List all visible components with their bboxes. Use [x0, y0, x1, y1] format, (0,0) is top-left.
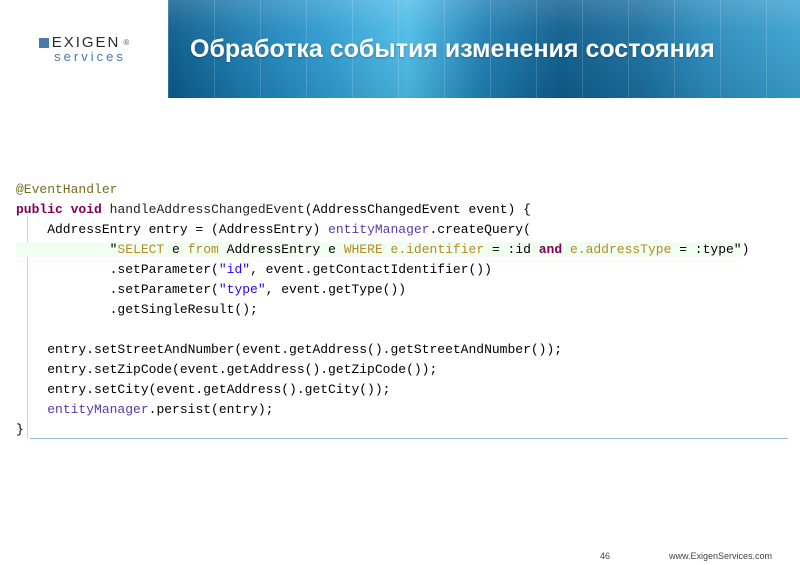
- code-entry-a: AddressEntry entry = (AddressEntry): [16, 222, 328, 237]
- code-persist-b: .persist(entry);: [149, 402, 274, 417]
- code-get-single: .getSingleResult();: [16, 302, 258, 317]
- logo-reg-icon: ®: [123, 38, 129, 47]
- code-kw-public: public: [16, 202, 63, 217]
- code-sig-rest: (AddressChangedEvent event) {: [305, 202, 531, 217]
- code-block: @EventHandler public void handleAddressC…: [16, 180, 749, 440]
- code-underline: [30, 438, 788, 439]
- code-q-eqtype: = :type": [671, 242, 741, 257]
- code-em1: entityManager: [328, 222, 429, 237]
- code-q-where: WHERE: [344, 242, 383, 257]
- code-kw-void: void: [71, 202, 102, 217]
- logo-square-icon: [39, 38, 49, 48]
- slide-title: Обработка события изменения состояния: [190, 35, 715, 64]
- code-sp1a: .setParameter(: [16, 262, 219, 277]
- code-param-id: "id": [219, 262, 250, 277]
- code-q-m3: [383, 242, 391, 257]
- code-sp2b: , event.getType()): [266, 282, 406, 297]
- logo-area: EXIGEN ® services: [0, 0, 168, 98]
- code-q-select: SELECT: [117, 242, 164, 257]
- page-number: 46: [600, 551, 610, 561]
- code-param-type: "type": [219, 282, 266, 297]
- title-bar: Обработка события изменения состояния: [168, 0, 800, 98]
- code-sp2a: .setParameter(: [16, 282, 219, 297]
- logo-subtext: services: [54, 49, 126, 64]
- code-q-m1: e: [164, 242, 187, 257]
- code-q-addr: e.addressType: [570, 242, 671, 257]
- code-q-and: and: [539, 242, 562, 257]
- code-set-street: entry.setStreetAndNumber(event.getAddres…: [16, 342, 562, 357]
- code-annotation: @EventHandler: [16, 182, 117, 197]
- code-q-from: from: [188, 242, 219, 257]
- code-sp1b: , event.getContactIdentifier()): [250, 262, 492, 277]
- code-set-zip: entry.setZipCode(event.getAddress().getZ…: [16, 362, 437, 377]
- code-q-open: ": [16, 242, 117, 257]
- footer-url: www.ExigenServices.com: [669, 551, 772, 561]
- code-q-close: ): [742, 242, 750, 257]
- code-q-eqid: = :id: [484, 242, 539, 257]
- code-em2: entityManager: [47, 402, 148, 417]
- code-entry-b: .createQuery(: [429, 222, 530, 237]
- code-method-name: handleAddressChangedEvent: [110, 202, 305, 217]
- code-persist-a: [16, 402, 47, 417]
- slide-header: EXIGEN ® services Обработка события изме…: [0, 0, 800, 98]
- code-set-city: entry.setCity(event.getAddress().getCity…: [16, 382, 390, 397]
- code-brace: }: [16, 422, 24, 437]
- code-q-m2: AddressEntry e: [219, 242, 344, 257]
- code-q-ident: e.identifier: [391, 242, 485, 257]
- exigen-logo: EXIGEN ® services: [39, 34, 130, 64]
- code-q-m4: [562, 242, 570, 257]
